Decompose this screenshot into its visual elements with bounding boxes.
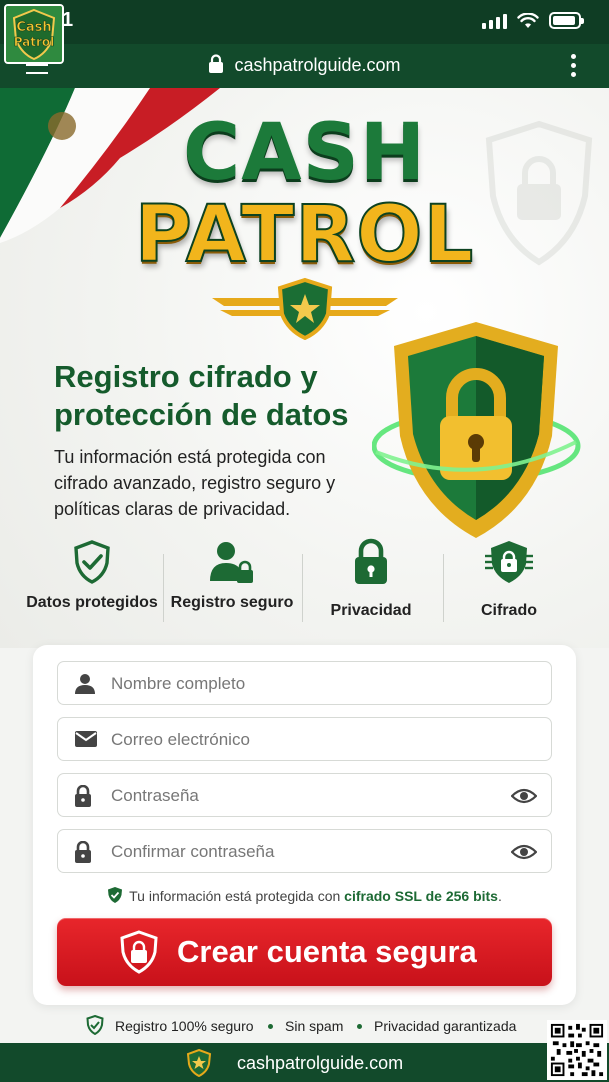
battery-icon	[549, 12, 584, 29]
shield-check-small-icon	[108, 887, 123, 903]
browser-address-bar: cashpatrolguide.com	[0, 44, 609, 88]
wifi-icon	[517, 13, 539, 28]
logo-line1: Cash	[16, 20, 51, 35]
padlock-icon	[75, 841, 91, 863]
page-headline: Registro cifrado y protección de datos	[54, 359, 349, 432]
security-shield-padlock-icon	[372, 322, 581, 538]
shield-check-outline-icon	[86, 1015, 104, 1035]
confirm-password-placeholder: Confirmar contraseña	[111, 842, 275, 861]
status-icons	[482, 12, 584, 29]
feature-label: Registro seguro	[170, 594, 294, 611]
confirm-password-field[interactable]: Confirmar contraseña	[57, 829, 552, 873]
star-shield-icon	[186, 1049, 212, 1077]
padlock-icon	[75, 785, 91, 807]
full-name-placeholder: Nombre completo	[111, 674, 246, 693]
footer-bar: cashpatrolguide.com	[0, 1043, 609, 1082]
brand-title-bottom: PATROL	[134, 189, 475, 281]
separator-dot	[268, 1024, 273, 1029]
email-field[interactable]: Correo electrónico	[57, 717, 552, 761]
shield-check-icon	[74, 540, 110, 584]
ssl-strong: cifrado SSL de 256 bits	[344, 888, 498, 904]
logo-line2: Patrol	[14, 35, 55, 49]
feature-privacidad: Privacidad	[301, 536, 441, 620]
user-lock-icon	[210, 542, 253, 583]
envelope-icon	[75, 731, 97, 747]
registration-form-card: Nombre completo Correo electrónico Contr…	[33, 645, 576, 1005]
create-account-button[interactable]: Crear cuenta segura	[57, 918, 552, 986]
trust-item: Privacidad garantizada	[374, 1018, 517, 1034]
show-password-eye-icon[interactable]	[511, 787, 537, 805]
full-name-field[interactable]: Nombre completo	[57, 661, 552, 705]
qr-code-icon[interactable]	[547, 1020, 607, 1080]
chip-lock-icon	[485, 541, 533, 583]
padlock-icon	[355, 538, 387, 584]
feature-datos-protegidos: Datos protegidos	[22, 536, 162, 612]
features-row: Datos protegidos Registro seguro Privaci…	[0, 536, 609, 636]
feature-registro-seguro: Registro seguro	[162, 536, 302, 612]
cash-patrol-logo-icon: Cash Patrol	[6, 6, 62, 62]
trust-item: Registro 100% seguro	[115, 1018, 254, 1034]
page-subtext: Tu información está protegida con cifrad…	[54, 447, 336, 519]
trust-item: Sin spam	[285, 1018, 344, 1034]
feature-label: Privacidad	[330, 602, 412, 619]
separator-dot	[357, 1024, 362, 1029]
feature-label: Cifrado	[481, 602, 537, 619]
trust-badges-row: Registro 100% seguro Sin spam Privacidad…	[0, 1014, 609, 1038]
feature-label: Datos protegidos	[26, 594, 158, 611]
status-bar: 1	[0, 0, 609, 44]
email-placeholder: Correo electrónico	[111, 730, 250, 749]
password-placeholder: Contraseña	[111, 786, 199, 805]
more-options-icon[interactable]	[571, 54, 577, 81]
ssl-prefix: Tu información está protegida con	[129, 888, 341, 904]
url-text: cashpatrolguide.com	[234, 55, 401, 75]
app-logo[interactable]: Cash Patrol	[4, 4, 64, 64]
shield-lock-icon	[120, 930, 158, 974]
ssl-notice: Tu información está protegida con cifrad…	[33, 886, 576, 904]
url-field[interactable]: cashpatrolguide.com	[0, 54, 609, 76]
footer-url[interactable]: cashpatrolguide.com	[237, 1053, 403, 1074]
create-account-label: Crear cuenta segura	[177, 934, 477, 969]
lock-icon	[209, 54, 224, 73]
show-confirm-password-eye-icon[interactable]	[511, 843, 537, 861]
user-icon	[75, 674, 95, 694]
ssl-suffix: .	[497, 888, 502, 904]
password-field[interactable]: Contraseña	[57, 773, 552, 817]
cellular-signal-icon	[482, 13, 507, 29]
brand-title-top: CASH	[182, 108, 427, 198]
feature-cifrado: Cifrado	[439, 536, 579, 620]
